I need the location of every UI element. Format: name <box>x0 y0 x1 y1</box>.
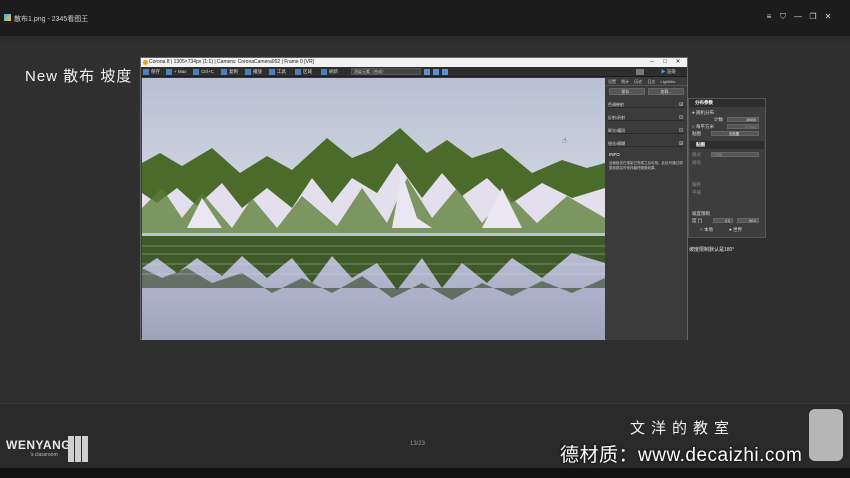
stop-icon[interactable] <box>636 69 644 75</box>
window-title: 散布1.png - 2345看图王 <box>14 16 89 23</box>
zoom-out-icon[interactable] <box>433 69 441 75</box>
post-settings-panel: 设置 统计 历史 日志 LightMix 保存... 加载... 色调映射 ✓ 反… <box>606 78 687 340</box>
corona-toolbar: 保存 + Max Ctrl+C 复制 播放 工具 区域 刷新 渲染元素（合成） … <box>141 67 687 77</box>
offset-label: 偏移 <box>692 182 701 187</box>
refresh-icon <box>321 69 327 75</box>
threshold-label: 阈值 <box>692 160 701 165</box>
slide-footer: WENYANG 's classroom 13/23 文洋的教室 德材质：www… <box>0 403 850 468</box>
row-sharpen-blur[interactable]: 锐化/模糊 ✓ <box>608 139 685 147</box>
rendered-mountains-image: ☝ <box>142 78 605 340</box>
slope-max-input[interactable]: 60.0 <box>737 218 759 223</box>
tab-settings[interactable]: 设置 <box>606 78 618 86</box>
slope-min-input[interactable]: 0.0 <box>713 218 733 223</box>
clipboard-icon <box>193 69 199 75</box>
save-button[interactable]: 保存 <box>143 69 160 75</box>
to-max-button[interactable]: + Max <box>166 69 186 75</box>
slide-title: New 散布 坡度 <box>25 68 133 85</box>
info-text: 此面板仅在渲染已完成之后可用。此处可通过调整参数实时修改最终图像效果。 <box>609 161 683 170</box>
sharpen-checkbox[interactable]: ✓ <box>679 141 683 146</box>
render-button[interactable]: ▶ 渲染 <box>661 69 676 75</box>
app-icon <box>4 14 11 21</box>
tab-stats[interactable]: 统计 <box>619 78 631 86</box>
render-element-select[interactable]: 渲染元素（合成） <box>351 68 421 75</box>
panel-tabs: 设置 统计 历史 日志 LightMix <box>606 78 687 86</box>
bottom-strip <box>0 468 850 478</box>
brand-logo-bars <box>68 436 89 467</box>
scatter-distribution-panel: 分布参数 ● 随机分布 计数 30000 ○ 每平方米 10.0cm 贴图 无贴… <box>688 98 766 238</box>
page-number: 13/23 <box>410 441 426 447</box>
tab-history[interactable]: 历史 <box>632 78 644 86</box>
tab-lightmix[interactable]: LightMix <box>659 78 678 85</box>
row-reflection[interactable]: 反射/折射 <box>608 113 685 121</box>
zoom-in-icon[interactable] <box>424 69 432 75</box>
bloom-checkbox[interactable] <box>679 128 683 132</box>
slope-limit-label: 坡度限制 <box>692 211 710 216</box>
brand-logo-text: WENYANG <box>6 438 72 452</box>
menu-icon[interactable]: ≡ <box>764 12 774 21</box>
image-viewer: 散布1.png - 2345看图王 ≡ ⛉ — ❐ ✕ New 散布 坡度 Co… <box>0 0 850 478</box>
region-icon <box>295 69 301 75</box>
map-section-header: 贴图 <box>690 141 764 149</box>
minimize-button[interactable]: — <box>793 12 803 21</box>
maximize-button[interactable]: ❐ <box>808 12 818 21</box>
skin-icon[interactable]: ⛉ <box>778 12 788 22</box>
corona-close-button[interactable]: ✕ <box>673 58 683 67</box>
load-settings-button[interactable]: 加载... <box>648 88 684 95</box>
region-button[interactable]: 区域 <box>295 69 312 75</box>
viewer-titlebar: 散布1.png - 2345看图王 ≡ ⛉ — ❐ ✕ <box>0 0 850 36</box>
scatter-panel-header: 分布参数 <box>689 99 765 107</box>
max-icon <box>166 69 172 75</box>
copy-clipboard-button[interactable]: Ctrl+C <box>193 69 214 75</box>
corona-maximize-button[interactable]: □ <box>660 58 670 67</box>
tile-label: 平铺 <box>692 190 701 195</box>
zoom-fit-icon[interactable] <box>442 69 450 75</box>
brand-subtitle: 's classroom <box>30 452 58 458</box>
floating-handle[interactable] <box>809 409 843 461</box>
play-icon <box>245 69 251 75</box>
refresh-button[interactable]: 刷新 <box>321 69 338 75</box>
corona-vfb-window: Corona 8 | 1305×734px (1:1) | Camera: Co… <box>140 57 688 340</box>
per-area-input[interactable]: 10.0cm <box>727 124 759 129</box>
mode-dropdown[interactable]: 已映射 <box>711 152 759 157</box>
tools-icon <box>269 69 275 75</box>
classroom-title: 文洋的教室 <box>630 420 736 437</box>
svg-text:☝: ☝ <box>562 136 567 145</box>
slope-note: 坡度限制默认是180° <box>689 247 735 253</box>
info-title: INFO <box>609 152 620 157</box>
play-button[interactable]: 播放 <box>245 69 262 75</box>
random-distribution-radio[interactable]: ● 随机分布 <box>692 109 764 116</box>
watermark: 德材质：www.decaizhi.com <box>560 445 803 466</box>
corona-title: Corona 8 | 1305×734px (1:1) | Camera: Co… <box>149 59 314 65</box>
world-radio[interactable]: ● 世界 <box>729 226 759 233</box>
duplicate-icon <box>221 69 227 75</box>
corona-logo-icon <box>143 60 148 65</box>
tone-mapping-checkbox[interactable]: ✓ <box>679 102 683 107</box>
render-viewport[interactable]: ☝ <box>142 78 605 340</box>
corona-titlebar: Corona 8 | 1305×734px (1:1) | Camera: Co… <box>141 58 687 67</box>
save-settings-button[interactable]: 保存... <box>609 88 645 95</box>
close-button[interactable]: ✕ <box>823 12 833 21</box>
texture-map-button[interactable]: 无贴图 <box>711 131 759 136</box>
reflection-checkbox[interactable] <box>679 115 683 119</box>
duplicate-button[interactable]: 复制 <box>221 69 238 75</box>
row-tone-mapping[interactable]: 色调映射 ✓ <box>608 100 685 108</box>
tab-log[interactable]: 日志 <box>645 78 657 86</box>
corona-minimize-button[interactable]: – <box>647 58 657 67</box>
count-input[interactable]: 30000 <box>727 117 759 122</box>
tools-button[interactable]: 工具 <box>269 69 286 75</box>
save-icon <box>143 69 149 75</box>
row-bloom-glare[interactable]: 辉光/耀斑 <box>608 126 685 134</box>
